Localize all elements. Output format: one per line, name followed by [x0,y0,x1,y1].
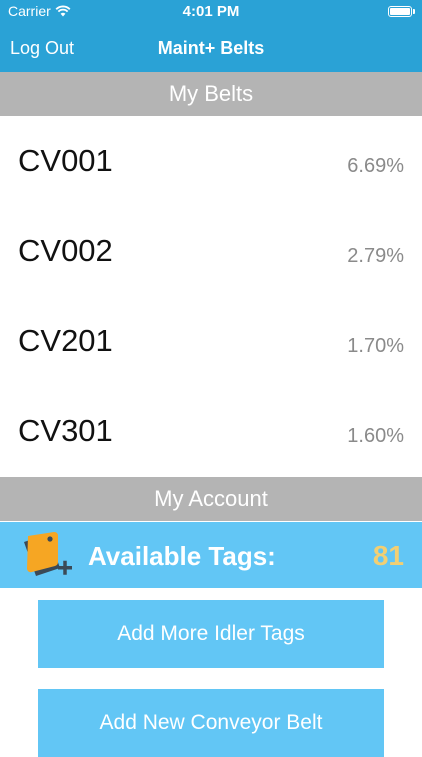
nav-title: Maint+ Belts [157,38,265,58]
belt-row[interactable]: CV201 1.70% [0,297,422,387]
belt-percent: 6.69% [347,155,404,177]
my-belts-header: My Belts [0,72,422,116]
belt-percent: 1.60% [347,425,404,447]
add-idler-tags-button[interactable]: Add More Idler Tags [38,600,384,668]
belt-name: CV201 [18,323,113,358]
status-bar: Carrier 4:01 PM [0,0,422,26]
belt-name: CV002 [18,233,113,268]
battery-icon [388,6,415,17]
my-account-header: My Account [0,477,422,521]
add-conveyor-belt-button[interactable]: Add New Conveyor Belt [38,689,384,757]
status-time: 4:01 PM [182,3,240,20]
top-bar: Carrier 4:01 PM Log Out Maint+ Belts [0,0,422,72]
belt-name: CV301 [18,413,113,448]
belt-percent: 2.79% [347,245,404,267]
available-tags-bar: Available Tags: 81 [0,522,422,588]
belt-row[interactable]: CV002 2.79% [0,207,422,297]
belt-percent: 1.70% [347,335,404,357]
belt-row[interactable]: CV001 6.69% [0,117,422,207]
belt-row[interactable]: CV301 1.60% [0,387,422,477]
available-tags-label: Available Tags: [88,541,276,571]
belt-list: CV001 6.69% CV002 2.79% CV201 1.70% CV30… [0,117,422,477]
available-tags-count: 81 [372,540,404,571]
tag-add-icon [24,532,72,576]
navigation-bar: Log Out Maint+ Belts [0,26,422,72]
belt-name: CV001 [18,143,113,178]
